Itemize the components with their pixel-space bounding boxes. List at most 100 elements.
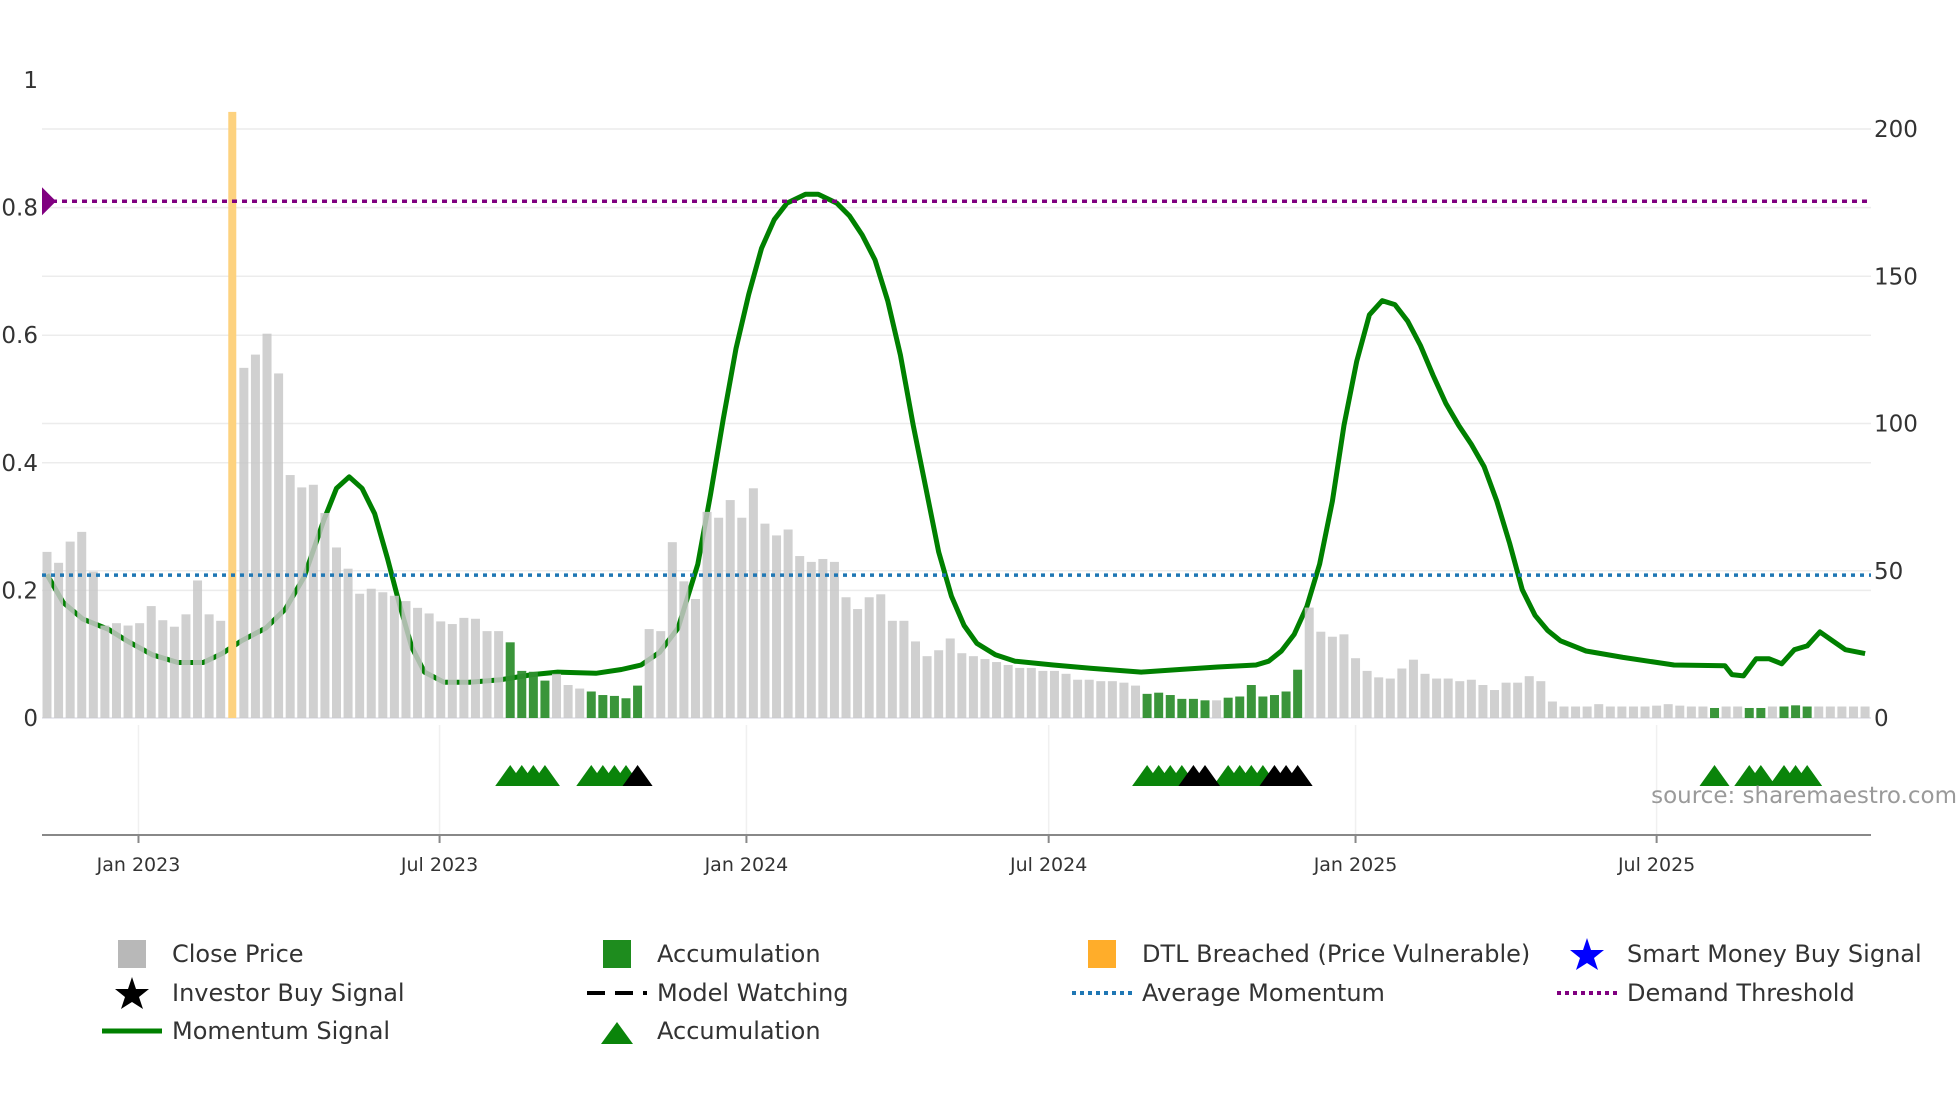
close-price-bars — [42, 191, 1870, 718]
close-price-bar — [470, 618, 480, 718]
legend-item-gray-square[interactable]: Close Price — [100, 937, 304, 971]
close-price-bar — [65, 541, 75, 718]
close-price-bar — [1385, 678, 1395, 718]
close-price-bar — [1049, 670, 1059, 718]
close-price-bar — [1686, 706, 1696, 718]
close-price-bar — [806, 561, 816, 718]
close-price-bar — [320, 513, 330, 718]
axes: Jan 2023 Jul 2023 Jan 2024 Jul 2024 Jan 2025… — [1, 68, 1917, 876]
accumulation-bar — [1200, 700, 1210, 718]
close-price-bar — [1814, 706, 1824, 718]
legend-item-orange-square[interactable]: DTL Breached (Price Vulnerable) — [1070, 937, 1530, 971]
legend-item-green-triangle[interactable]: Accumulation — [585, 1014, 821, 1048]
close-price-bar — [389, 595, 399, 718]
close-price-bar — [308, 484, 318, 718]
close-price-bar — [911, 641, 920, 718]
legend-label: Smart Money Buy Signal — [1627, 940, 1922, 968]
accumulation-bar — [1142, 693, 1152, 718]
accumulation-bar — [598, 695, 608, 718]
legend-label: DTL Breached (Price Vulnerable) — [1142, 940, 1531, 968]
close-price-bar — [111, 623, 121, 718]
close-price-bar — [459, 617, 469, 718]
accumulation-bar — [1710, 707, 1720, 718]
close-price-bar — [1026, 667, 1036, 718]
close-price-bar — [1003, 664, 1013, 718]
legend-item-blue-star[interactable]: Smart Money Buy Signal — [1555, 937, 1922, 971]
close-price-bar — [1316, 631, 1326, 718]
close-price-bar — [343, 568, 353, 718]
close-price-bar — [1443, 678, 1453, 718]
accumulation-bar — [1744, 707, 1754, 718]
legend-item-black-dash[interactable]: Model Watching — [585, 976, 849, 1010]
x-tick-label: Jan 2023 — [96, 854, 181, 876]
close-price-bar — [1594, 704, 1604, 718]
close-price-bar — [1628, 706, 1638, 718]
close-price-bar — [181, 614, 191, 718]
close-price-bar — [1582, 706, 1592, 718]
close-price-bar — [1559, 706, 1569, 718]
close-price-bar — [1466, 679, 1476, 718]
close-price-bar — [795, 556, 805, 718]
legend-item-green-line[interactable]: Momentum Signal — [100, 1014, 390, 1048]
accumulation-bar — [609, 695, 619, 718]
close-price-bar — [552, 673, 562, 718]
demand-threshold-marker — [42, 187, 56, 216]
legend-label: Momentum Signal — [172, 1017, 391, 1045]
close-price-bar — [1061, 673, 1071, 718]
legend-label: Model Watching — [657, 979, 849, 1007]
x-tick-label: Jul 2024 — [1009, 854, 1087, 876]
accumulation-bar — [1779, 706, 1789, 718]
close-price-bar — [436, 621, 446, 718]
close-price-bar — [262, 333, 272, 718]
close-price-bar — [1131, 685, 1141, 718]
left-tick-label: 0.4 — [1, 451, 38, 477]
close-price-bar — [957, 653, 967, 718]
gridlines — [42, 128, 1871, 835]
accumulation-bar — [1791, 705, 1801, 718]
close-price-bar — [169, 626, 179, 718]
close-price-bar — [876, 594, 886, 718]
close-price-bar — [378, 592, 388, 718]
close-price-bar — [123, 625, 133, 718]
close-price-bar — [204, 614, 214, 718]
legend-label: Accumulation — [657, 940, 821, 968]
accumulation-bar — [528, 671, 538, 718]
accumulation-bar — [505, 642, 515, 718]
close-price-bar — [1733, 706, 1743, 718]
close-price-bar — [366, 588, 376, 718]
legend-item-purple-dotted[interactable]: Demand Threshold — [1555, 976, 1855, 1010]
right-tick-label: 100 — [1874, 412, 1918, 438]
close-price-bar — [563, 685, 573, 718]
close-price-bar — [135, 623, 145, 718]
close-price-bar — [760, 523, 770, 718]
close-price-bar — [1107, 681, 1117, 718]
blue-dotted-icon — [1072, 991, 1132, 995]
close-price-bar — [737, 517, 747, 718]
close-price-bar — [1617, 706, 1627, 718]
close-price-bar — [1374, 677, 1384, 718]
close-price-bar — [1524, 676, 1534, 718]
accumulation-bar — [1802, 706, 1812, 718]
close-price-bar — [1513, 682, 1523, 718]
gray-square-icon — [118, 940, 146, 968]
close-price-bar — [1571, 706, 1581, 718]
left-tick-label: 0.2 — [1, 578, 38, 604]
legend-item-blue-dotted[interactable]: Average Momentum — [1070, 976, 1385, 1010]
close-price-bar — [679, 581, 689, 718]
legend-item-black-star[interactable]: Investor Buy Signal — [100, 976, 405, 1010]
close-price-bar — [297, 487, 307, 718]
close-price-bar — [332, 547, 341, 718]
close-price-bar — [401, 601, 411, 718]
legend-label: Average Momentum — [1142, 979, 1385, 1007]
close-price-bar — [447, 624, 457, 718]
black-dash-icon — [587, 991, 647, 995]
legend-item-green-square[interactable]: Accumulation — [585, 937, 821, 971]
close-price-bar — [575, 688, 585, 718]
close-price-bar — [899, 620, 909, 718]
close-price-bar — [968, 656, 978, 718]
left-tick-label: 0 — [23, 706, 38, 732]
close-price-bar — [54, 562, 64, 718]
close-price-bar — [1860, 706, 1870, 718]
left-tick-label: 1 — [23, 68, 38, 94]
close-price-bar — [1119, 682, 1129, 718]
